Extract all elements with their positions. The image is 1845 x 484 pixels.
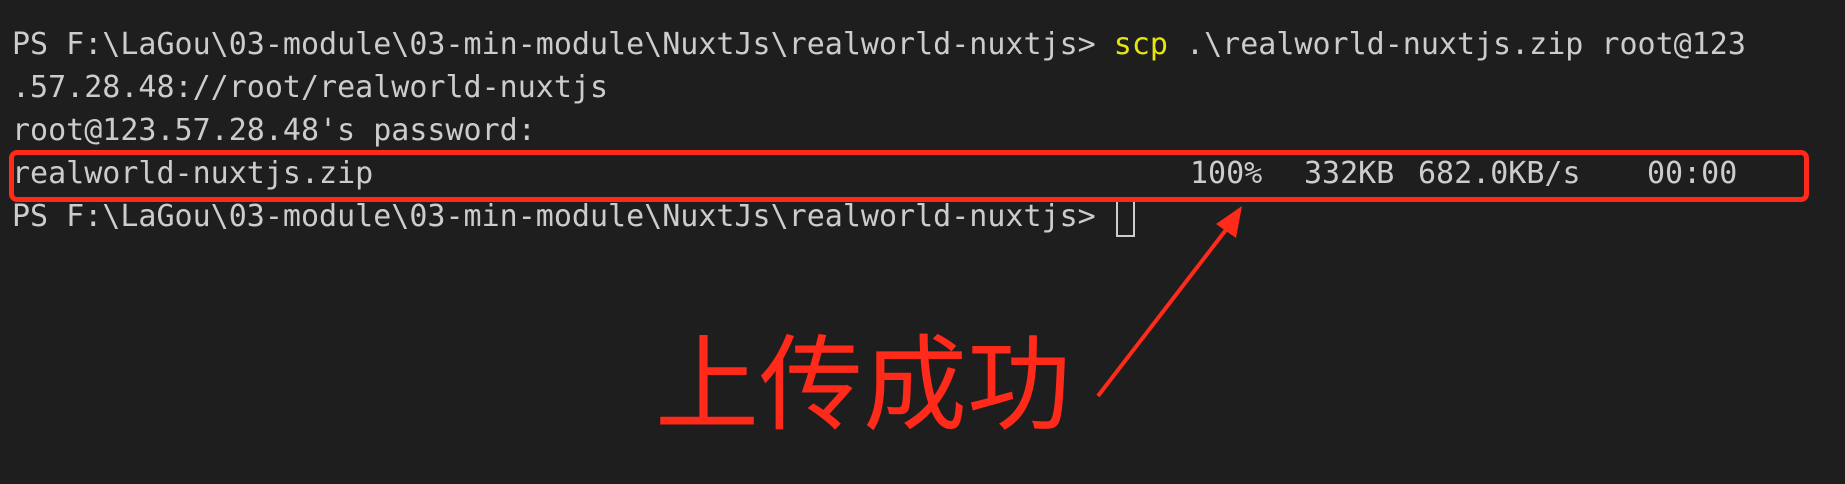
terminal-window[interactable]: PS F:\LaGou\03-module\03-min-module\Nuxt…	[0, 0, 1845, 484]
annotation-label: 上传成功	[655, 324, 1072, 446]
